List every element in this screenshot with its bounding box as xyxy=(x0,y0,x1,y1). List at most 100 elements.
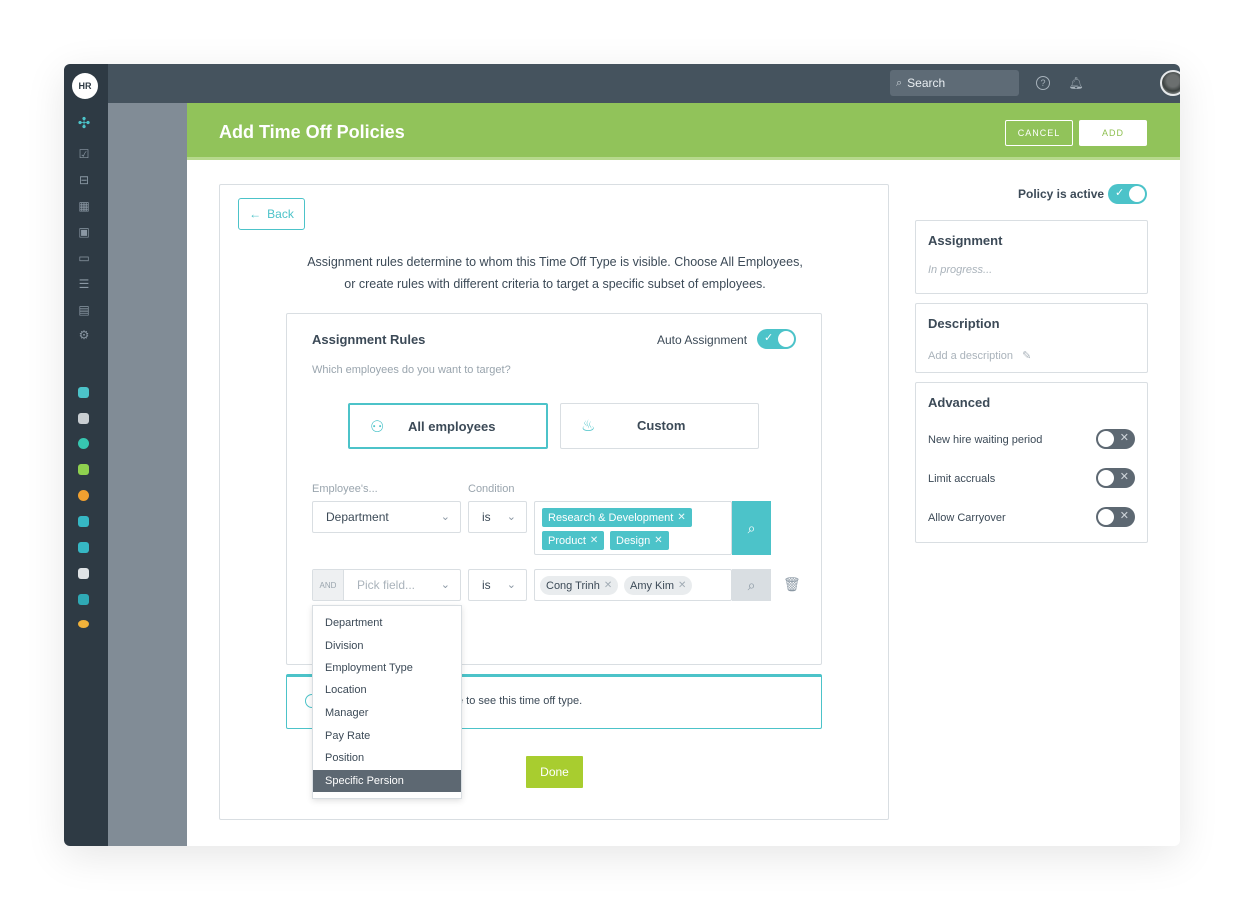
add-button[interactable]: ADD xyxy=(1079,120,1147,146)
tag-cong-trinh: Cong Trinh ✕ xyxy=(540,576,619,595)
close-icon[interactable]: ✕ xyxy=(604,580,612,591)
assignment-card-side: Assignment In progress... xyxy=(915,220,1148,294)
app-book-icon[interactable] xyxy=(78,594,89,605)
done-button[interactable]: Done xyxy=(526,756,583,788)
allow-carryover-toggle[interactable]: ✕ xyxy=(1096,507,1135,527)
intro-line-2: or create rules with different criteria … xyxy=(344,277,766,291)
help-icon[interactable]: ? xyxy=(1036,76,1050,90)
app-photos-icon[interactable] xyxy=(78,387,89,398)
info-text: e to see this time off type. xyxy=(457,695,583,707)
new-hire-toggle[interactable]: ✕ xyxy=(1096,429,1135,449)
app-window: HR ✣ ☑ ⊟ ▦ ▣ ▭ ☰ ▤ ⚙ ⌕ Search ? 🔔︎ ⌄ Add… xyxy=(64,64,1180,846)
chevron-down-icon: ⌄ xyxy=(440,579,450,591)
search-button-1[interactable]: ⌕ xyxy=(732,501,771,555)
checklist-icon[interactable]: ☰ xyxy=(77,277,91,291)
choice-all-employees[interactable]: ⚇ All employees xyxy=(348,403,548,449)
people-icon: ⚇ xyxy=(370,419,385,436)
app-clipboard-icon[interactable] xyxy=(78,413,89,424)
dropdown-item-location[interactable]: Location xyxy=(313,679,461,701)
settings-icon[interactable]: ⚙ xyxy=(77,328,91,342)
chevron-down-icon: ⌄ xyxy=(506,511,516,523)
close-icon[interactable]: ✕ xyxy=(654,535,662,546)
app-calendar-icon[interactable] xyxy=(78,464,89,475)
tag-label: Cong Trinh xyxy=(546,579,600,592)
app-robot-icon[interactable] xyxy=(78,438,89,449)
condition-column-label: Condition xyxy=(468,483,515,495)
new-hire-label: New hire waiting period xyxy=(928,434,1043,446)
document-icon[interactable]: ▤ xyxy=(77,303,91,317)
chevron-down-icon: ⌄ xyxy=(506,579,516,591)
condition-select-1[interactable]: is ⌄ xyxy=(468,501,527,533)
app-search-icon[interactable] xyxy=(78,542,89,553)
search-button-2[interactable]: ⌕ xyxy=(732,569,771,601)
tag-label: Product xyxy=(548,534,586,547)
limit-accruals-label: Limit accruals xyxy=(928,473,996,485)
condition-value: is xyxy=(482,510,491,524)
search-input[interactable]: ⌕ Search xyxy=(890,70,1019,96)
policy-active-toggle[interactable]: ✓ xyxy=(1108,184,1147,204)
avatar[interactable] xyxy=(1160,70,1180,96)
dropdown-item-division[interactable]: Division xyxy=(313,635,461,657)
contact-icon[interactable]: ▣ xyxy=(77,225,91,239)
assignment-status: In progress... xyxy=(928,264,993,276)
search-icon: ⌕ xyxy=(896,76,903,89)
dropdown-item-position[interactable]: Position xyxy=(313,747,461,769)
pinwheel-icon[interactable]: ✣ xyxy=(77,115,91,132)
auto-assignment-toggle[interactable]: ✓ xyxy=(757,329,796,349)
close-icon[interactable]: ✕ xyxy=(677,512,685,523)
condition-select-2[interactable]: is ⌄ xyxy=(468,569,527,601)
advanced-card: Advanced New hire waiting period ✕ Limit… xyxy=(915,382,1148,543)
choice-custom[interactable]: ♨ Custom xyxy=(560,403,759,449)
description-input[interactable]: Add a description ✎ xyxy=(928,349,1031,362)
check-icon: ✓ xyxy=(764,332,774,344)
inbox-icon[interactable]: ⊟ xyxy=(77,173,91,187)
field-select-pick[interactable]: AND Pick field... ⌄ xyxy=(312,569,461,601)
hr-logo[interactable]: HR xyxy=(72,73,98,99)
description-card: Description Add a description ✎ xyxy=(915,303,1148,373)
choice-all-label: All employees xyxy=(408,419,496,434)
trash-icon[interactable]: 🗑︎ xyxy=(783,576,801,593)
app-screen-icon[interactable] xyxy=(78,516,89,527)
dropdown-item-employment-type[interactable]: Employment Type xyxy=(313,657,461,679)
checkbox-icon[interactable]: ☑ xyxy=(77,147,91,161)
values-input-2[interactable]: Cong Trinh ✕ Amy Kim ✕ xyxy=(534,569,732,601)
check-icon: ✓ xyxy=(1115,187,1125,199)
cancel-button[interactable]: CANCEL xyxy=(1005,120,1073,146)
tag-amy-kim: Amy Kim ✕ xyxy=(624,576,693,595)
dropdown-item-department[interactable]: Department xyxy=(313,612,461,634)
rules-title: Assignment Rules xyxy=(312,332,426,347)
description-placeholder: Add a description xyxy=(928,350,1013,362)
field-select-department[interactable]: Department ⌄ xyxy=(312,501,461,533)
app-coin-icon[interactable] xyxy=(78,490,89,501)
dropdown-item-pay-rate[interactable]: Pay Rate xyxy=(313,725,461,747)
values-input-1[interactable]: Research & Development ✕ Product ✕ Design ✕ xyxy=(534,501,732,555)
page-header: Add Time Off Policies CANCEL ADD xyxy=(187,103,1180,160)
folder-icon[interactable]: ▭ xyxy=(77,251,91,265)
limit-accruals-toggle[interactable]: ✕ xyxy=(1096,468,1135,488)
pencil-icon: ✎ xyxy=(1022,350,1032,362)
calendar-icon[interactable]: ▦ xyxy=(77,199,91,213)
dropdown-item-manager[interactable]: Manager xyxy=(313,702,461,724)
policy-active-label: Policy is active xyxy=(1018,187,1105,201)
close-icon[interactable]: ✕ xyxy=(590,535,598,546)
tag-label: Design xyxy=(616,534,651,547)
field-dropdown: Department Division Employment Type Loca… xyxy=(312,605,462,799)
app-file-icon[interactable] xyxy=(78,568,89,579)
arrow-left-icon: ← xyxy=(249,207,262,221)
search-icon: ⌕ xyxy=(747,519,756,536)
close-icon: ✕ xyxy=(1119,510,1129,522)
close-icon: ✕ xyxy=(1119,432,1129,444)
back-label: Back xyxy=(267,207,294,221)
search-placeholder: Search xyxy=(907,76,946,90)
flame-icon: ♨ xyxy=(581,418,596,435)
field-value: Department xyxy=(326,510,389,524)
app-chat-icon[interactable] xyxy=(78,620,89,628)
back-button[interactable]: ← Back xyxy=(238,198,305,230)
close-icon[interactable]: ✕ xyxy=(678,580,686,591)
dropdown-item-specific-person[interactable]: Specific Persion xyxy=(313,770,461,792)
nav-rail: HR ✣ ☑ ⊟ ▦ ▣ ▭ ☰ ▤ ⚙ xyxy=(64,64,108,846)
description-title: Description xyxy=(928,316,1000,331)
intro-line-1: Assignment rules determine to whom this … xyxy=(307,255,803,269)
bell-icon[interactable]: 🔔︎ xyxy=(1068,75,1084,91)
close-icon: ✕ xyxy=(1119,471,1129,483)
